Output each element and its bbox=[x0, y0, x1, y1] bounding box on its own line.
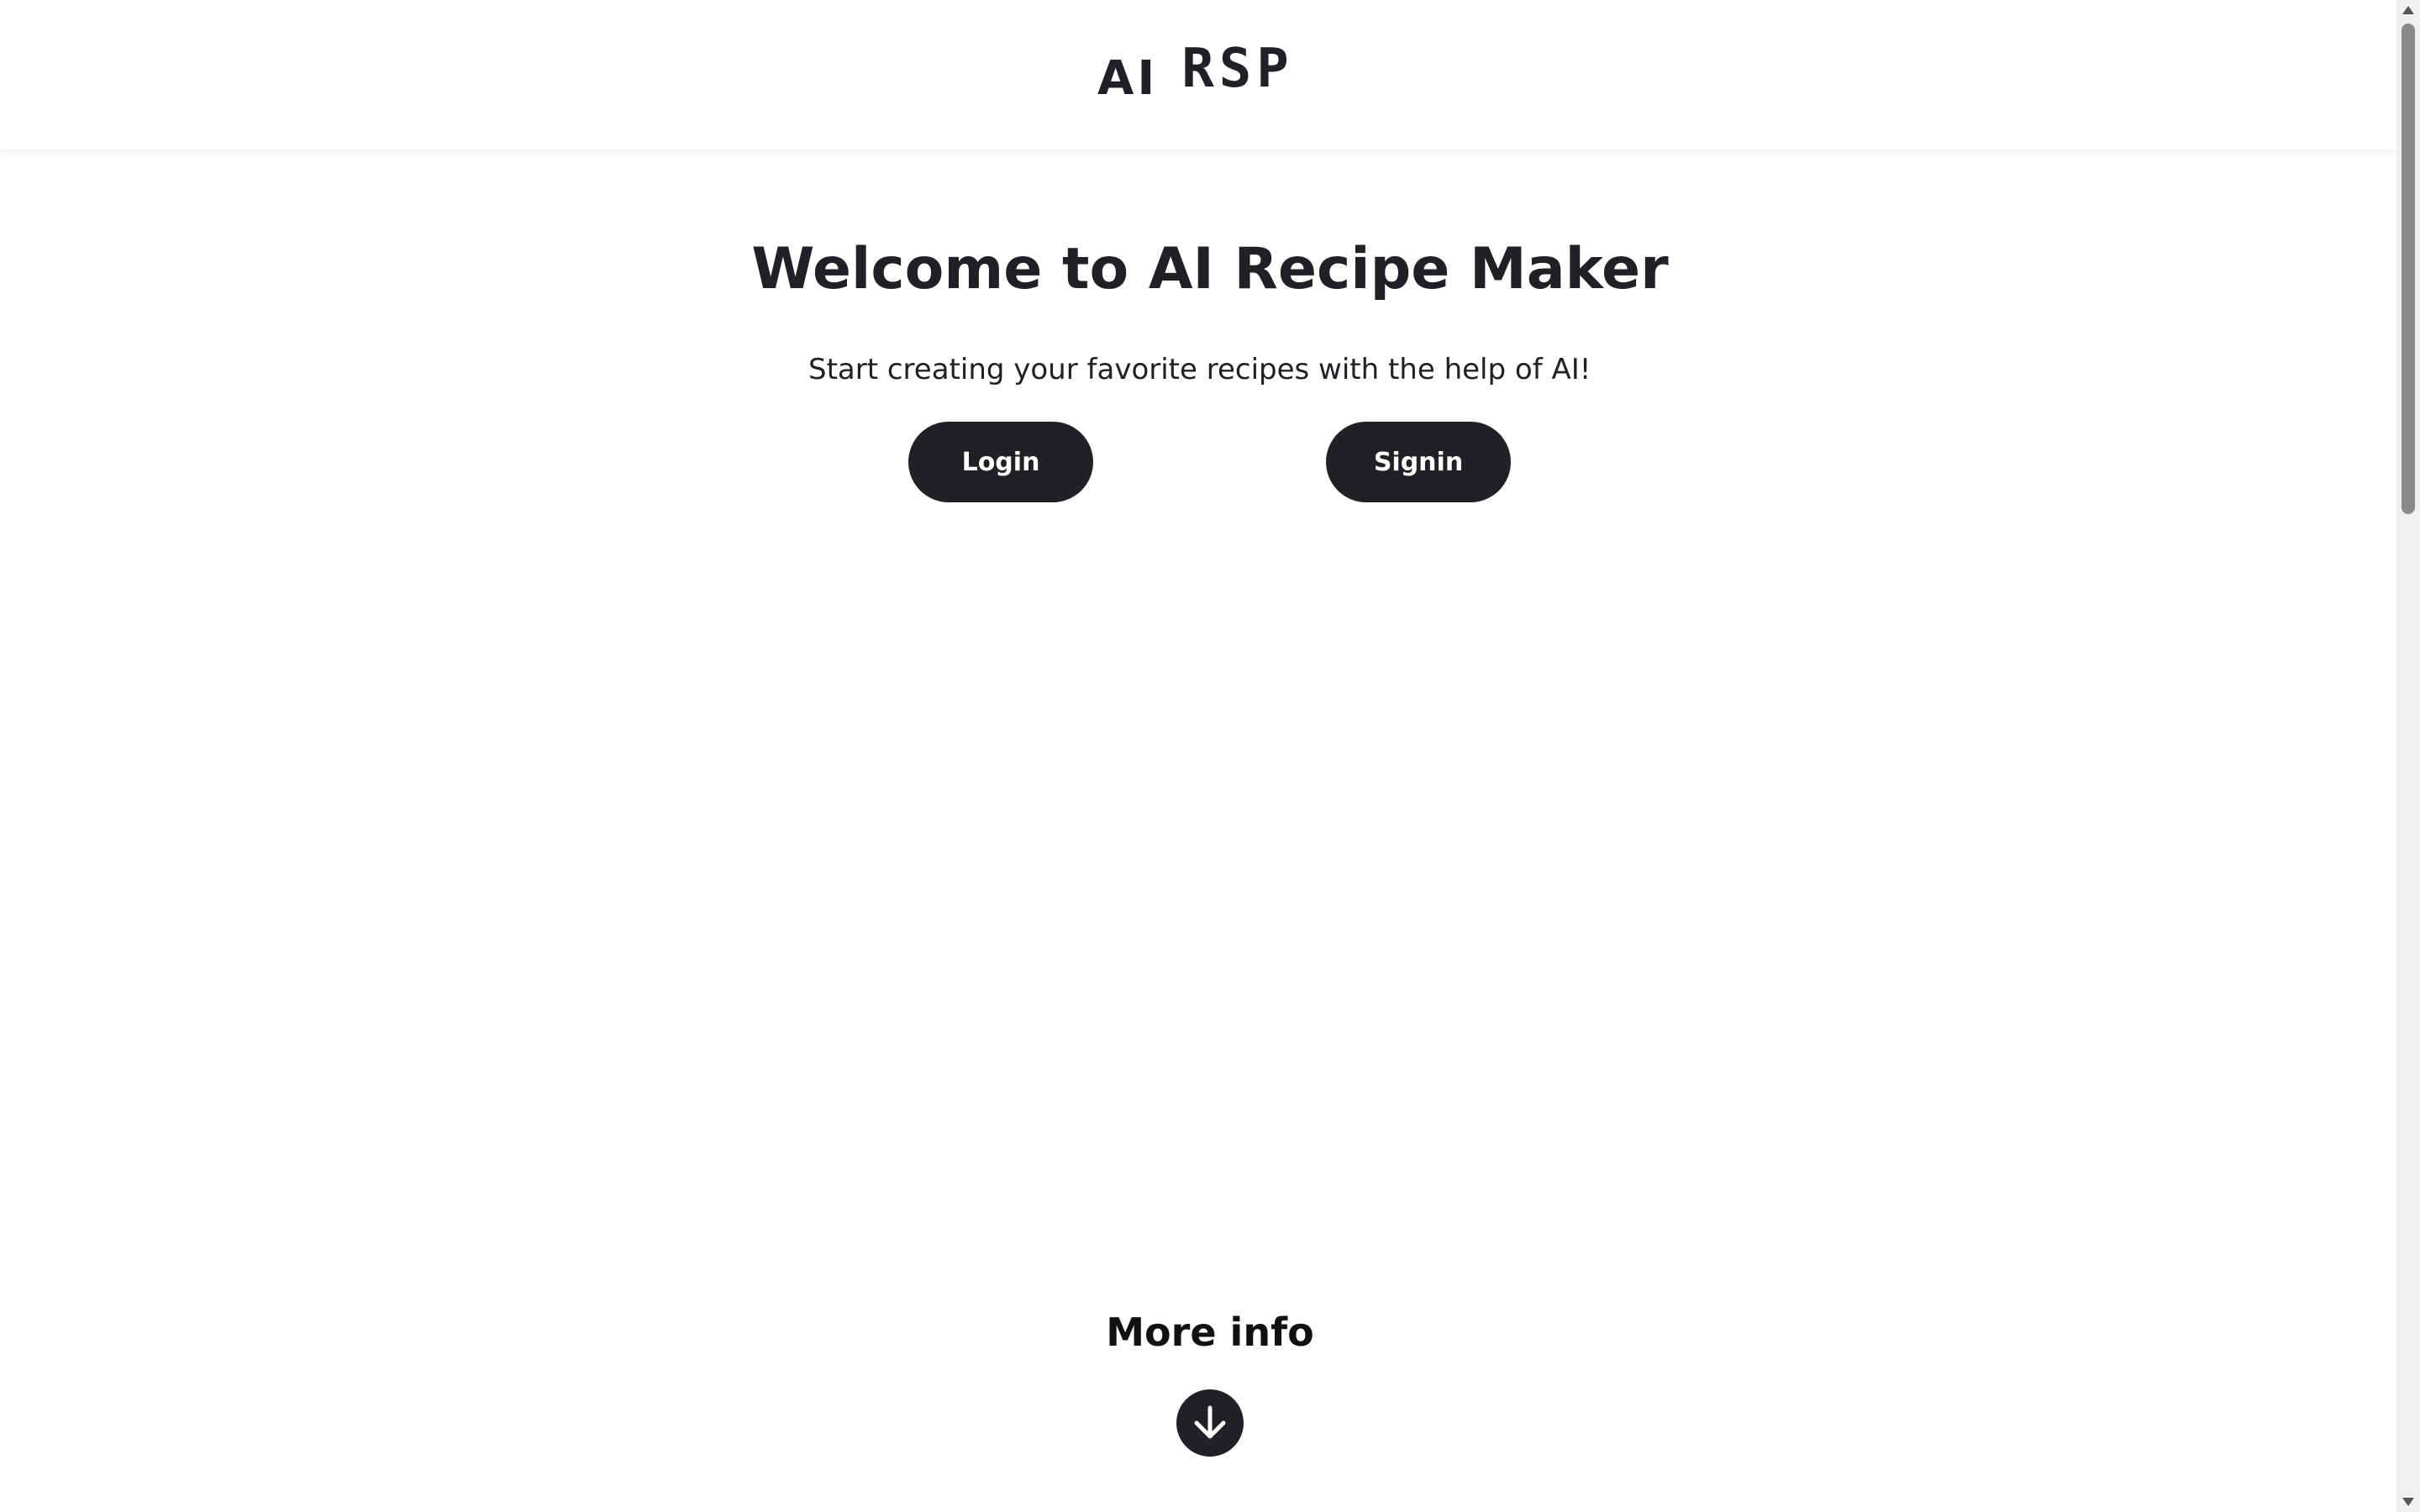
scroll-down-button[interactable] bbox=[1176, 1389, 1244, 1457]
scroll-up-arrow-icon[interactable] bbox=[2396, 0, 2420, 20]
arrow-down-circle-icon bbox=[1194, 1405, 1226, 1439]
logo-ai-text: AI bbox=[1097, 51, 1159, 106]
page-viewport: AI RSP Welcome to AI Recipe Maker Start … bbox=[0, 0, 2396, 1512]
logo-rsp-text: RSP bbox=[1181, 38, 1294, 100]
more-info-heading: More info bbox=[1106, 1310, 1314, 1355]
scroll-down-arrow-icon[interactable] bbox=[2396, 1492, 2420, 1512]
page-title: Welcome to AI Recipe Maker bbox=[751, 236, 1669, 302]
login-button[interactable]: Login bbox=[908, 422, 1093, 502]
scrollbar-thumb[interactable] bbox=[2402, 24, 2415, 514]
signin-button[interactable]: Signin bbox=[1326, 422, 1511, 502]
vertical-scrollbar[interactable] bbox=[2396, 0, 2420, 1512]
page-subtitle: Start creating your favorite recipes wit… bbox=[808, 353, 1591, 386]
site-logo[interactable]: AI RSP bbox=[1097, 38, 1294, 108]
top-header: AI RSP bbox=[0, 0, 2396, 150]
